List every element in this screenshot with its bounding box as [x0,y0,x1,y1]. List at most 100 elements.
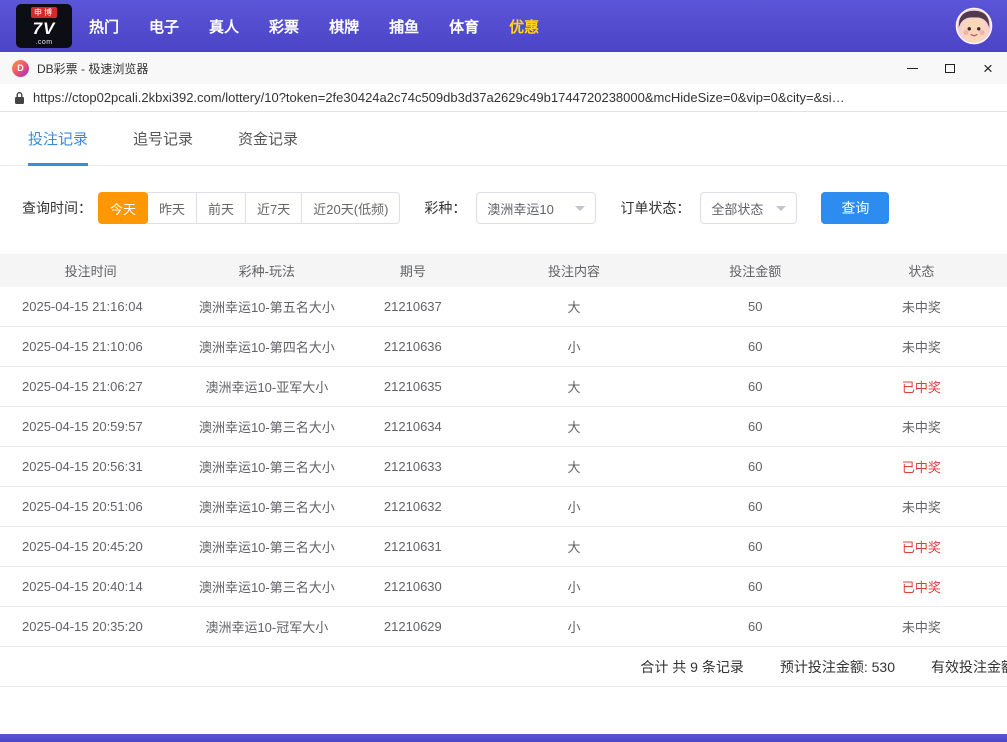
cell-play: 澳洲幸运10-冠军大小 [181,617,352,636]
lottery-select[interactable]: 澳洲幸运10 [476,192,596,224]
table-row: 2025-04-15 21:16:04 澳洲幸运10-第五名大小 2121063… [0,287,1007,327]
logo-main-text: 7V [33,19,56,38]
query-button[interactable]: 查询 [821,192,889,224]
nav-item-promo[interactable]: 优惠 [509,16,539,37]
nav-item-slots[interactable]: 电子 [149,16,179,37]
table-row: 2025-04-15 20:51:06 澳洲幸运10-第三名大小 2121063… [0,487,1007,527]
cell-content: 大 [473,297,674,316]
maximize-button[interactable] [931,52,969,84]
filter-row: 查询时间： 今天昨天前天近7天近20天(低频) 彩种： 澳洲幸运10 订单状态：… [0,192,1007,224]
window-title: DB彩票 - 极速浏览器 [37,60,148,77]
cell-content: 大 [473,457,674,476]
cell-status: 未中奖 [836,337,1007,356]
cell-amount: 60 [675,419,836,434]
cell-play: 澳洲幸运10-第三名大小 [181,497,352,516]
cell-issue: 21210629 [352,619,473,634]
user-avatar[interactable] [955,7,993,45]
site-logo[interactable]: 申博 7V.com [16,4,72,48]
cell-amount: 60 [675,619,836,634]
cell-issue: 21210634 [352,419,473,434]
cell-status: 已中奖 [836,537,1007,556]
site-nav-menu: 热门 电子 真人 彩票 棋牌 捕鱼 体育 优惠 [89,16,539,37]
cell-bet-time: 2025-04-15 20:40:14 [0,579,181,594]
cell-bet-time: 2025-04-15 20:56:31 [0,459,181,474]
cell-bet-time: 2025-04-15 21:06:27 [0,379,181,394]
cell-status: 未中奖 [836,617,1007,636]
close-icon: × [983,60,993,77]
summary-valid-amount: 有效投注金额 [931,657,1007,677]
cell-status: 已中奖 [836,377,1007,396]
site-top-nav: 申博 7V.com 热门 电子 真人 彩票 棋牌 捕鱼 体育 优惠 [0,0,1007,52]
time-option-last-20-days[interactable]: 近20天(低频) [301,192,400,224]
summary-row: 合计 共 9 条记录 预计投注金额: 530 有效投注金额 [0,647,1007,687]
table-row: 2025-04-15 20:45:20 澳洲幸运10-第三名大小 2121063… [0,527,1007,567]
header-bet-time: 投注时间 [0,261,181,280]
header-amount: 投注金额 [675,261,836,280]
close-button[interactable]: × [969,52,1007,84]
nav-item-hot[interactable]: 热门 [89,16,119,37]
cell-amount: 60 [675,499,836,514]
cell-bet-time: 2025-04-15 21:16:04 [0,299,181,314]
cell-content: 小 [473,497,674,516]
cell-issue: 21210632 [352,499,473,514]
cell-issue: 21210631 [352,539,473,554]
browser-app-icon: D [12,60,29,77]
cell-bet-time: 2025-04-15 20:51:06 [0,499,181,514]
cell-play: 澳洲幸运10-第五名大小 [181,297,352,316]
table-header: 投注时间 彩种-玩法 期号 投注内容 投注金额 状态 [0,254,1007,287]
logo-suffix-text: .com [33,39,56,46]
nav-item-chess[interactable]: 棋牌 [329,16,359,37]
header-issue: 期号 [352,261,473,280]
cell-bet-time: 2025-04-15 20:35:20 [0,619,181,634]
time-option-yesterday[interactable]: 昨天 [147,192,197,224]
cell-issue: 21210630 [352,579,473,594]
window-controls: × [893,52,1007,84]
time-option-today[interactable]: 今天 [98,192,148,224]
cell-content: 大 [473,377,674,396]
status-select[interactable]: 全部状态 [700,192,797,224]
cell-play: 澳洲幸运10-第三名大小 [181,457,352,476]
minimize-icon [907,68,918,69]
cell-bet-time: 2025-04-15 21:10:06 [0,339,181,354]
cell-content: 小 [473,577,674,596]
nav-item-fishing[interactable]: 捕鱼 [389,16,419,37]
cell-play: 澳洲幸运10-亚军大小 [181,377,352,396]
lock-icon[interactable] [14,91,25,105]
main-content: 投注记录追号记录资金记录 查询时间： 今天昨天前天近7天近20天(低频) 彩种：… [0,112,1007,687]
time-option-last-7-days[interactable]: 近7天 [245,192,302,224]
nav-item-live[interactable]: 真人 [209,16,239,37]
lottery-select-value: 澳洲幸运10 [487,199,553,218]
chevron-down-icon [776,206,786,211]
logo-text: 7V.com [33,20,56,46]
bottom-window-strip [0,734,1007,742]
cell-amount: 60 [675,579,836,594]
nav-item-sports[interactable]: 体育 [449,16,479,37]
cell-amount: 50 [675,299,836,314]
tab-fund-records[interactable]: 资金记录 [238,112,298,165]
bet-table-body: 2025-04-15 21:16:04 澳洲幸运10-第五名大小 2121063… [0,287,1007,647]
time-filter-label: 查询时间： [22,198,92,218]
browser-titlebar: D DB彩票 - 极速浏览器 × [0,52,1007,84]
tab-chase-records[interactable]: 追号记录 [133,112,193,165]
summary-estimated-amount: 预计投注金额: 530 [780,657,895,677]
bet-table: 投注时间 彩种-玩法 期号 投注内容 投注金额 状态 2025-04-15 21… [0,254,1007,647]
time-option-day-before-yesterday[interactable]: 前天 [196,192,246,224]
cell-play: 澳洲幸运10-第三名大小 [181,537,352,556]
maximize-icon [945,64,955,73]
header-content: 投注内容 [473,261,674,280]
table-row: 2025-04-15 20:40:14 澳洲幸运10-第三名大小 2121063… [0,567,1007,607]
cell-amount: 60 [675,339,836,354]
url-text[interactable]: https://ctop02pcali.2kbxi392.com/lottery… [33,90,1007,105]
cell-status: 未中奖 [836,297,1007,316]
nav-item-lottery[interactable]: 彩票 [269,16,299,37]
time-filter-group: 今天昨天前天近7天近20天(低频) [98,192,400,224]
header-status: 状态 [836,261,1007,280]
minimize-button[interactable] [893,52,931,84]
logo-badge: 申博 [31,7,57,18]
cell-status: 未中奖 [836,417,1007,436]
cell-status: 未中奖 [836,497,1007,516]
table-row: 2025-04-15 21:06:27 澳洲幸运10-亚军大小 21210635… [0,367,1007,407]
tab-bet-records[interactable]: 投注记录 [28,112,88,165]
cell-issue: 21210636 [352,339,473,354]
cell-issue: 21210637 [352,299,473,314]
